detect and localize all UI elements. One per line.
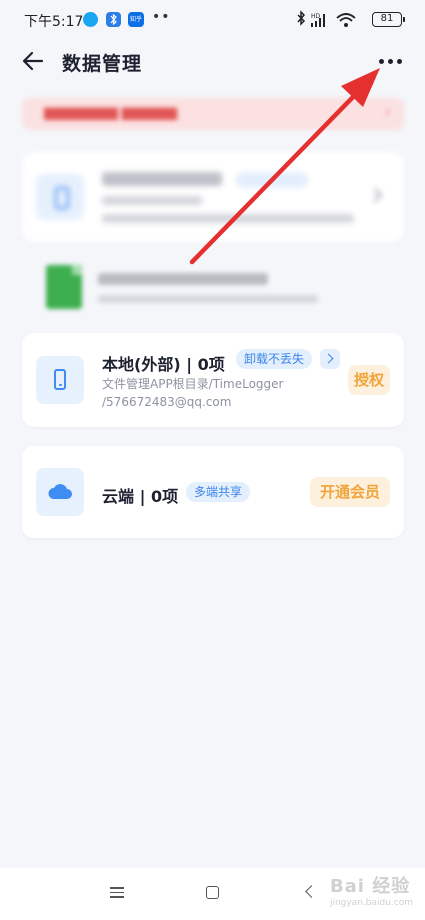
open-membership-button[interactable]: 开通会员 (310, 477, 390, 507)
app-notification-icon (83, 12, 98, 27)
local-storage-title: 本地(外部) | 0项 (102, 355, 225, 374)
local-storage-path: 文件管理APP根目录/TimeLogger (102, 377, 284, 391)
local-storage-account: /576672483@qq.com (102, 395, 232, 409)
home-icon[interactable] (206, 886, 219, 899)
cloud-storage-card[interactable]: 云端 | 0项 多端共享 开通会员 (22, 446, 404, 538)
page-title: 数据管理 (62, 53, 143, 75)
local-storage-icon-box (36, 356, 84, 404)
excel-file-item-blurred (46, 265, 326, 313)
system-status-icons: HD (297, 10, 356, 27)
local-storage-card[interactable]: 本地(外部) | 0项 卸载不丢失 文件管理APP根目录/TimeLogger … (22, 333, 404, 427)
battery-icon: 81 (372, 12, 405, 27)
cloud-storage-title: 云端 | 0项 (102, 487, 179, 506)
system-back-icon[interactable] (305, 885, 318, 898)
cloud-icon (48, 484, 72, 499)
cloud-storage-icon-box (36, 468, 84, 516)
phone-icon (54, 369, 66, 390)
watermark-subtext: jingyan.baidu.com (329, 898, 413, 908)
more-notifications-indicator: •• (152, 9, 171, 25)
chevron-right-icon (367, 187, 383, 203)
zhihu-app-icon: 知乎 (128, 12, 144, 27)
chevron-right-icon[interactable] (320, 349, 340, 369)
recent-apps-icon[interactable] (110, 887, 124, 898)
status-time: 下午5:17 (24, 14, 84, 30)
excel-file-icon (46, 265, 82, 309)
multi-device-sync-tag: 多端共享 (186, 482, 251, 502)
authorize-button[interactable]: 授权 (348, 365, 390, 395)
bluetooth-app-icon (106, 12, 121, 27)
watermark: Bai 经验 jingyan.baidu.com (330, 872, 413, 908)
system-nav-bar: Bai 经验 jingyan.baidu.com (0, 868, 425, 920)
more-options-icon[interactable] (379, 54, 403, 68)
status-bar: 下午5:17 知乎 •• HD 81 (0, 0, 425, 40)
internal-storage-card-blurred (22, 152, 404, 242)
phone-icon (36, 174, 84, 220)
back-arrow-icon[interactable] (22, 50, 44, 72)
watermark-text: Bai 经验 (329, 876, 411, 897)
uninstall-safe-tag: 卸载不丢失 (236, 349, 313, 369)
notice-banner-blurred: ▇▇▇▇▇▇▇▇ ▇▇▇▇▇▇ › (22, 98, 404, 130)
